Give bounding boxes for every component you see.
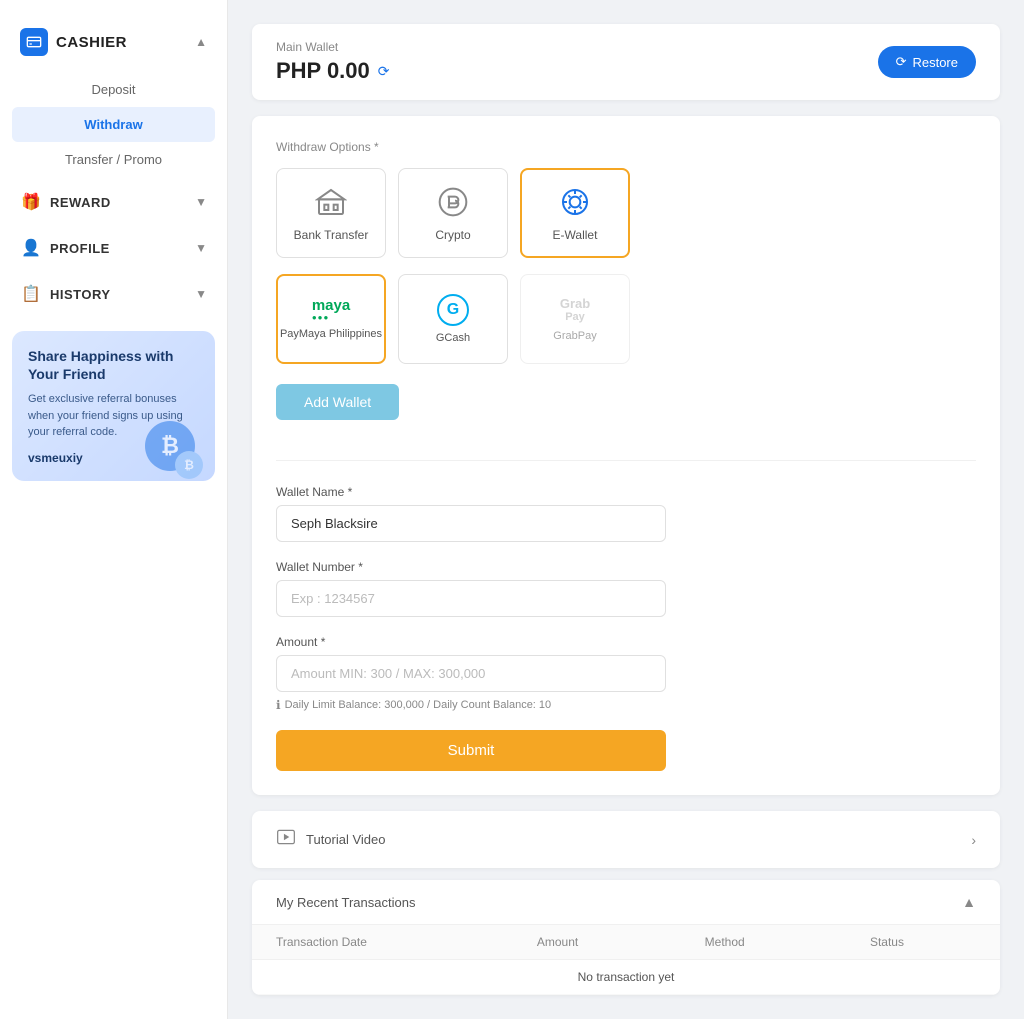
cashier-header-left: CASHIER (20, 28, 127, 56)
profile-chevron-icon: ▼ (195, 241, 207, 255)
tutorial-label: Tutorial Video (306, 832, 386, 847)
profile-label: PROFILE (50, 241, 110, 256)
sidebar-item-transfer[interactable]: Transfer / Promo (0, 142, 227, 177)
ewallet-label: E-Wallet (553, 228, 598, 242)
main-content: Main Wallet PHP 0.00 ⟳ ⟳ Restore Withdra… (228, 0, 1024, 1019)
reward-label: REWARD (50, 195, 111, 210)
profile-icon: 👤 (20, 237, 42, 259)
col-amount: Amount (513, 925, 681, 960)
wallet-name-group: Wallet Name * (276, 485, 976, 542)
grabpay-label: GrabPay (553, 330, 596, 342)
referral-decoration: ₿ ₿ (145, 421, 195, 471)
refresh-icon[interactable]: ⟳ (378, 63, 390, 80)
profile-section: 👤 PROFILE ▼ (0, 227, 227, 269)
restore-button[interactable]: ⟳ Restore (878, 46, 976, 78)
no-transaction-text: No transaction yet (252, 960, 1000, 995)
wallet-number-input[interactable] (276, 580, 666, 617)
history-section: 📋 HISTORY ▼ (0, 273, 227, 315)
col-transaction-date: Transaction Date (252, 925, 513, 960)
sidebar-item-deposit[interactable]: Deposit (0, 72, 227, 107)
crypto-label: Crypto (435, 228, 470, 242)
sub-option-paymaya[interactable]: maya ●●● PayMaya Philippines (276, 274, 386, 364)
col-method: Method (681, 925, 846, 960)
empty-row: No transaction yet (252, 960, 1000, 995)
wallet-number-label: Wallet Number * (276, 560, 976, 574)
profile-section-header[interactable]: 👤 PROFILE ▼ (0, 227, 227, 269)
cashier-icon (20, 28, 48, 56)
withdraw-options-title: Withdraw Options * (276, 140, 976, 154)
history-label: HISTORY (50, 287, 111, 302)
transactions-chevron-icon: ▲ (962, 894, 976, 910)
sidebar-item-withdraw[interactable]: Withdraw (12, 107, 215, 142)
reward-chevron-icon: ▼ (195, 195, 207, 209)
form-divider (276, 460, 976, 461)
crypto-icon (435, 184, 471, 220)
wallet-name-input[interactable] (276, 505, 666, 542)
submit-button[interactable]: Submit (276, 730, 666, 771)
option-ewallet[interactable]: E-Wallet (520, 168, 630, 258)
history-header-left: 📋 HISTORY (20, 283, 111, 305)
wallet-name-label: Wallet Name * (276, 485, 976, 499)
balance-amount: PHP 0.00 (276, 58, 370, 84)
option-bank-transfer[interactable]: Bank Transfer (276, 168, 386, 258)
cashier-label: CASHIER (56, 34, 127, 51)
wallet-header: Main Wallet PHP 0.00 ⟳ ⟳ Restore (252, 24, 1000, 100)
withdraw-options-grid: Bank Transfer Crypto (276, 168, 976, 258)
referral-card: Share Happiness with Your Friend Get exc… (12, 331, 215, 481)
restore-icon: ⟳ (896, 54, 907, 70)
cashier-section-header[interactable]: CASHIER ▲ (0, 20, 227, 68)
bank-transfer-icon (313, 184, 349, 220)
tutorial-left: Tutorial Video (276, 827, 386, 852)
paymaya-logo: maya ●●● (312, 298, 350, 322)
gcash-icon: G (437, 294, 469, 326)
paymaya-label: PayMaya Philippines (280, 328, 382, 340)
sub-option-gcash[interactable]: G GCash (398, 274, 508, 364)
tutorial-chevron-icon: › (971, 832, 976, 848)
history-chevron-icon: ▼ (195, 287, 207, 301)
amount-input[interactable] (276, 655, 666, 692)
cashier-nav: Deposit Withdraw Transfer / Promo (0, 72, 227, 177)
wallet-label: Main Wallet (276, 40, 390, 54)
wallet-balance-row: PHP 0.00 ⟳ (276, 58, 390, 84)
main-panel: Withdraw Options * Bank Transfer (252, 116, 1000, 795)
reward-section: 🎁 REWARD ▼ (0, 181, 227, 223)
col-status: Status (846, 925, 1000, 960)
history-section-header[interactable]: 📋 HISTORY ▼ (0, 273, 227, 315)
amount-group: Amount * ℹ Daily Limit Balance: 300,000 … (276, 635, 976, 712)
gcash-label: GCash (436, 332, 470, 344)
tutorial-bar[interactable]: Tutorial Video › (252, 811, 1000, 868)
ewallet-icon (557, 184, 593, 220)
info-text-label: Daily Limit Balance: 300,000 / Daily Cou… (285, 699, 552, 711)
add-wallet-button[interactable]: Add Wallet (276, 384, 399, 420)
sub-option-grabpay: Grab Pay GrabPay (520, 274, 630, 364)
tutorial-video-icon (276, 827, 296, 852)
sidebar: CASHIER ▲ Deposit Withdraw Transfer / Pr… (0, 0, 228, 1019)
option-crypto[interactable]: Crypto (398, 168, 508, 258)
transactions-table: Transaction Date Amount Method Status No… (252, 925, 1000, 995)
wallet-info: Main Wallet PHP 0.00 ⟳ (276, 40, 390, 84)
info-icon: ℹ (276, 698, 281, 712)
profile-header-left: 👤 PROFILE (20, 237, 110, 259)
transactions-header[interactable]: My Recent Transactions ▲ (252, 880, 1000, 925)
history-icon: 📋 (20, 283, 42, 305)
reward-icon: 🎁 (20, 191, 42, 213)
transactions-section: My Recent Transactions ▲ Transaction Dat… (252, 880, 1000, 995)
restore-label: Restore (912, 55, 958, 70)
amount-info: ℹ Daily Limit Balance: 300,000 / Daily C… (276, 698, 976, 712)
transactions-title: My Recent Transactions (276, 895, 415, 910)
sub-options-grid: maya ●●● PayMaya Philippines G GCash Gra… (276, 274, 976, 364)
grabpay-logo: Grab Pay (560, 296, 590, 325)
reward-section-header[interactable]: 🎁 REWARD ▼ (0, 181, 227, 223)
cashier-chevron-icon: ▲ (195, 35, 207, 49)
reward-header-left: 🎁 REWARD (20, 191, 111, 213)
wallet-number-group: Wallet Number * (276, 560, 976, 617)
referral-title: Share Happiness with Your Friend (28, 347, 199, 383)
bank-transfer-label: Bank Transfer (294, 228, 369, 242)
amount-label: Amount * (276, 635, 976, 649)
